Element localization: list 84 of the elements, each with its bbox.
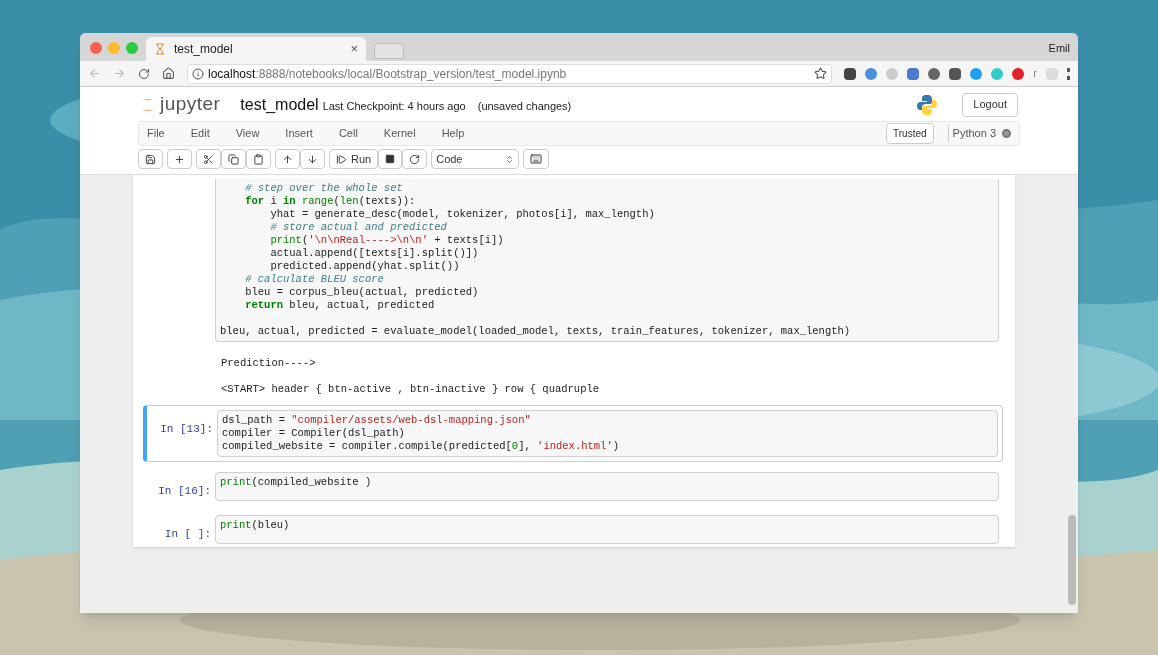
home-icon[interactable] — [162, 67, 175, 80]
hourglass-icon — [154, 43, 166, 55]
extension-icon[interactable] — [844, 67, 857, 80]
cut-button[interactable] — [196, 149, 221, 169]
tab-close-button[interactable]: × — [350, 39, 358, 59]
info-icon — [192, 67, 204, 80]
code-line: predicted.append(yhat.split()) — [269, 260, 460, 272]
checkpoint-status: Last Checkpoint: 4 hours ago — [322, 99, 466, 115]
user-name: Emil — [1048, 41, 1070, 56]
logout-button[interactable]: Logout — [962, 92, 1018, 117]
tab-title: test_model — [174, 41, 234, 58]
extension-icon[interactable] — [949, 67, 962, 80]
code-line: # store actual and predicted — [269, 221, 447, 233]
input-prompt: In [16]: — [158, 485, 211, 497]
keyboard-icon — [530, 153, 543, 165]
output-text: Prediction----> — [221, 357, 316, 369]
notebook-name[interactable]: test_model — [240, 92, 319, 117]
code-line: # step over the whole set — [244, 182, 403, 194]
restart-icon — [409, 153, 421, 165]
trusted-badge[interactable]: Trusted — [886, 123, 934, 144]
code-editor[interactable]: dsl_path = "compiler/assets/web-dsl-mapping.json" compiler = Compiler(dsl_path) compiled_website = compiler.compile(predicted[0], 'index.html') — [217, 410, 998, 457]
code-cell[interactable]: In [ ]: print(bleu) — [145, 511, 1003, 548]
save-button[interactable] — [138, 149, 163, 169]
menu-item[interactable]: File — [147, 125, 165, 142]
code-editor[interactable]: print(compiled_website ) — [215, 472, 999, 501]
scrollbar[interactable] — [1068, 515, 1076, 605]
add-cell-button[interactable] — [167, 149, 192, 169]
menu-item[interactable]: Cell — [338, 125, 358, 142]
code-line: compiled_website = compiler.compile(predicted[0], 'index.html') — [222, 440, 619, 452]
arrow-down-icon — [307, 153, 318, 165]
clipboard-icon — [253, 153, 264, 165]
step-forward-icon — [336, 153, 347, 165]
url-text: localhost:8888/notebooks/local/Bootstrap_version/test_model.ipynb — [208, 65, 568, 83]
extension-icon[interactable] — [928, 67, 941, 80]
restart-button[interactable] — [402, 149, 428, 169]
code-line: bleu, actual, predicted = evaluate_model(loaded_model, texts, train_features, tokenizer, max_length) — [220, 325, 851, 337]
address-bar[interactable]: localhost:8888/notebooks/local/Bootstrap_version/test_model.ipynb — [187, 63, 833, 84]
stop-icon — [385, 154, 396, 164]
extension-icon[interactable] — [1012, 67, 1025, 80]
menu-item[interactable]: Help — [441, 125, 465, 142]
code-line: for i in range(len(texts)): — [244, 195, 416, 207]
code-line: actual.append([texts[i].split()]) — [269, 247, 479, 259]
command-palette-button[interactable] — [523, 149, 550, 169]
code-line: yhat = generate_desc(model, tokenizer, photos[i], max_length) — [269, 208, 655, 220]
save-icon — [145, 153, 156, 165]
menu-item[interactable]: Insert — [285, 125, 313, 142]
extension-icon[interactable] — [907, 67, 920, 80]
code-cell[interactable]: In [13]: dsl_path = "compiler/assets/web-dsl-mapping.json" compiler = Compiler(dsl_path) compiled_website = compiler.compile(predicted[0], 'index.html') — [143, 405, 1003, 462]
move-up-button[interactable] — [275, 149, 300, 169]
kernel-name: Python 3 — [947, 125, 996, 142]
menu-item[interactable]: View — [235, 125, 260, 142]
plus-icon — [174, 153, 185, 165]
code-line: print('\n\nReal---->\n\n' + texts[i]) — [269, 234, 504, 246]
select-caret-icon — [505, 154, 515, 164]
menu-item[interactable]: Edit — [190, 125, 210, 142]
code-line: print(compiled_website ) — [220, 476, 372, 488]
input-prompt: In [13]: — [160, 423, 213, 435]
copy-icon — [228, 153, 239, 165]
autosave-status: (unsaved changes) — [477, 99, 572, 115]
output-text: <START> header { btn-active , btn-inactive } row { quadruple — [221, 383, 600, 395]
code-line: dsl_path = "compiler/assets/web-dsl-mapping.json" — [222, 414, 531, 426]
input-prompt: In [ ]: — [164, 528, 211, 540]
code-editor[interactable]: print(bleu) — [215, 515, 999, 544]
reload-icon[interactable] — [138, 67, 150, 80]
paste-button[interactable] — [246, 149, 271, 169]
browser-menu-icon[interactable] — [1067, 67, 1070, 80]
browser-tab[interactable]: test_model × — [146, 37, 366, 61]
jupyter-logo[interactable]: jupyter — [140, 90, 221, 119]
code-line: bleu = corpus_bleu(actual, predicted) — [244, 286, 479, 298]
arrow-up-icon — [282, 153, 293, 165]
move-down-button[interactable] — [300, 149, 325, 169]
python-logo-icon — [916, 93, 939, 116]
bookmark-star-icon[interactable] — [814, 67, 828, 80]
interrupt-button[interactable] — [378, 149, 403, 169]
scissors-icon — [203, 153, 214, 165]
code-line: # calculate BLEU score — [244, 273, 384, 285]
copy-button[interactable] — [221, 149, 246, 169]
code-cell[interactable]: In [16]: print(compiled_website ) — [145, 468, 1003, 505]
run-button[interactable]: Run — [329, 149, 379, 169]
code-line: print(bleu) — [220, 519, 290, 531]
code-line: compiler = Compiler(dsl_path) — [222, 427, 405, 439]
menu-item[interactable]: Kernel — [383, 125, 416, 142]
code-line: return bleu, actual, predicted — [244, 299, 435, 311]
cell-type-select[interactable]: Code — [431, 149, 520, 169]
